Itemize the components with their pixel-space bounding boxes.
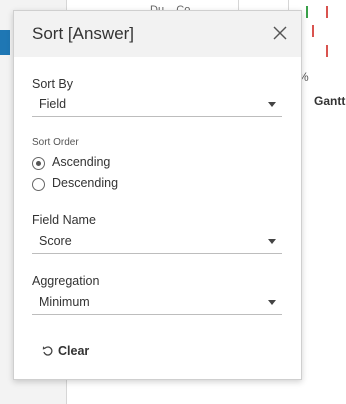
chevron-down-icon xyxy=(268,102,276,107)
field-name-label: Field Name xyxy=(32,213,96,227)
aggregation-select[interactable]: Minimum xyxy=(32,292,282,315)
descending-radio[interactable]: Descending xyxy=(32,176,152,194)
gantt-mark xyxy=(306,6,308,18)
sort-dialog: Sort [Answer] Sort By Field Sort Order A… xyxy=(13,10,302,380)
ascending-label: Ascending xyxy=(52,155,111,169)
dialog-header: Sort [Answer] xyxy=(14,11,301,57)
clear-button[interactable]: Clear xyxy=(42,343,102,361)
background-gantt-label: Gantt xyxy=(314,94,346,108)
gantt-mark xyxy=(312,25,314,37)
sort-order-label: Sort Order xyxy=(32,137,79,148)
dialog-title: Sort [Answer] xyxy=(32,24,135,43)
gantt-mark xyxy=(326,45,328,57)
aggregation-label: Aggregation xyxy=(32,274,100,288)
reset-icon xyxy=(42,346,53,356)
ascending-radio[interactable]: Ascending xyxy=(32,155,152,173)
descending-label: Descending xyxy=(52,176,119,190)
radio-selected-dot xyxy=(36,161,41,166)
sort-by-select[interactable]: Field xyxy=(32,94,282,117)
field-name-select[interactable]: Score xyxy=(32,231,282,254)
chevron-down-icon xyxy=(268,239,276,244)
close-icon xyxy=(273,26,287,40)
radio-icon xyxy=(32,178,45,191)
gantt-mark xyxy=(326,6,328,18)
sort-by-label: Sort By xyxy=(32,77,73,91)
clear-label: Clear xyxy=(58,344,90,358)
close-button[interactable] xyxy=(271,24,289,42)
aggregation-value: Minimum xyxy=(39,295,90,309)
sort-by-value: Field xyxy=(39,97,67,111)
background-selection-strip xyxy=(0,30,10,55)
chevron-down-icon xyxy=(268,300,276,305)
field-name-value: Score xyxy=(39,234,72,248)
radio-icon xyxy=(32,157,45,170)
